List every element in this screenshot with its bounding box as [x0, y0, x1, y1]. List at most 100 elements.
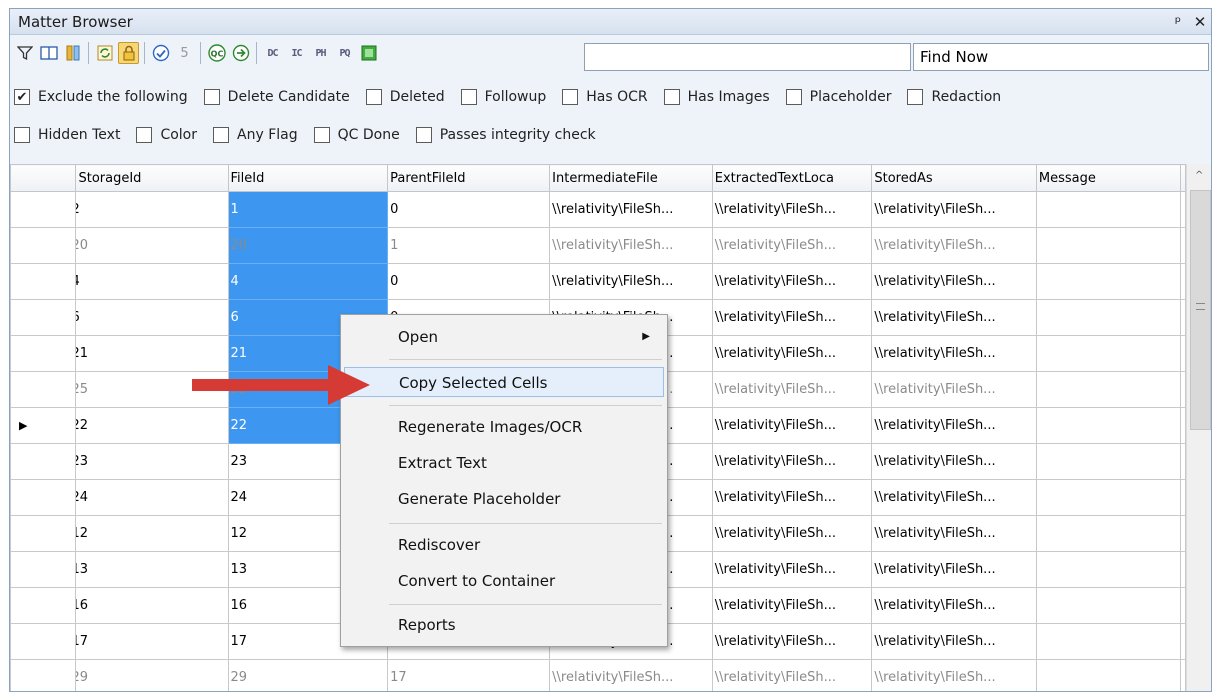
cell-inter[interactable]: \\relativity\FileSh... [549, 263, 713, 300]
column-header-storageid[interactable]: StorageId [75, 164, 229, 192]
menu-item-regenerate[interactable]: Regenerate Images/OCR [344, 412, 664, 442]
column-header-storedas[interactable]: StoredAs [871, 164, 1037, 192]
column-header-message[interactable]: Message [1035, 164, 1182, 192]
table-row[interactable]: 440\\relativity\FileSh...\\relativity\Fi… [10, 263, 1186, 300]
row-header[interactable] [10, 479, 77, 516]
checkbox[interactable] [663, 89, 680, 105]
cell-message[interactable] [1035, 227, 1182, 264]
table-row[interactable]: 210\\relativity\FileSh...\\relativity\Fi… [10, 191, 1186, 228]
menu-item-copy-selected-cells[interactable]: Copy Selected Cells [344, 367, 664, 397]
cell-stored[interactable]: \\relativity\FileSh... [871, 407, 1037, 444]
cell-parent[interactable]: 0 [387, 263, 551, 300]
cell-inter[interactable]: \\relativity\FileSh... [549, 191, 713, 228]
row-header[interactable] [10, 263, 77, 300]
checkbox[interactable] [562, 89, 579, 105]
cell-storage[interactable]: 22 [75, 407, 229, 444]
menu-item-convert-to-container[interactable]: Convert to Container [344, 566, 664, 596]
cell-ext[interactable]: \\relativity\FileSh... [711, 371, 873, 408]
cell-storage[interactable]: 12 [75, 515, 229, 552]
row-header[interactable] [10, 191, 77, 228]
cell-message[interactable] [1035, 407, 1182, 444]
row-header[interactable] [10, 335, 77, 372]
cell-ext[interactable]: \\relativity\FileSh... [711, 263, 873, 300]
close-icon[interactable]: ✕ [1189, 13, 1211, 31]
cell-stored[interactable]: \\relativity\FileSh... [871, 191, 1037, 228]
cell-stored[interactable]: \\relativity\FileSh... [871, 263, 1037, 300]
cell-storage[interactable]: 13 [75, 551, 229, 588]
cell-ext[interactable]: \\relativity\FileSh... [711, 443, 873, 480]
column-header-fileid[interactable]: FileId [227, 164, 389, 192]
cell-storage[interactable]: 29 [75, 659, 229, 691]
qc-icon[interactable]: QC [206, 42, 227, 64]
checkbox[interactable] [785, 89, 802, 105]
filter-redaction[interactable]: Redaction [907, 89, 1001, 105]
filter-icon[interactable] [14, 42, 35, 64]
lock-icon[interactable] [118, 42, 139, 64]
cell-ext[interactable]: \\relativity\FileSh... [711, 407, 873, 444]
row-header[interactable] [10, 659, 77, 691]
menu-item-reports[interactable]: Reports [344, 610, 664, 640]
pin-icon[interactable]: ᵖ [1167, 13, 1189, 31]
filter-has-ocr[interactable]: Has OCR [562, 89, 648, 105]
cell-stored[interactable]: \\relativity\FileSh... [871, 335, 1037, 372]
cell-inter[interactable]: \\relativity\FileSh... [549, 227, 713, 264]
filter-placeholder[interactable]: Placeholder [785, 89, 891, 105]
cell-parent[interactable]: 1 [387, 227, 551, 264]
scroll-up-icon[interactable]: ^ [1195, 170, 1203, 181]
cell-stored[interactable]: \\relativity\FileSh... [871, 371, 1037, 408]
checkbox[interactable] [415, 127, 432, 143]
cell-stored[interactable]: \\relativity\FileSh... [871, 479, 1037, 516]
cell-ext[interactable]: \\relativity\FileSh... [711, 299, 873, 336]
gear-pq-icon[interactable]: PQ [334, 42, 355, 64]
cell-storage[interactable]: 24 [75, 479, 229, 516]
checkbox[interactable] [365, 89, 382, 105]
row-header[interactable] [10, 551, 77, 588]
cell-storage[interactable]: 23 [75, 443, 229, 480]
search-input[interactable] [584, 43, 911, 71]
checkbox[interactable] [460, 89, 477, 105]
cell-stored[interactable]: \\relativity\FileSh... [871, 443, 1037, 480]
checkbox[interactable] [313, 127, 330, 143]
cell-ext[interactable]: \\relativity\FileSh... [711, 227, 873, 264]
cell-message[interactable] [1035, 191, 1182, 228]
table-row[interactable]: 292917\\relativity\FileSh...\\relativity… [10, 659, 1186, 691]
check-icon[interactable] [150, 42, 171, 64]
row-header[interactable] [10, 299, 77, 336]
menu-item-generate-placeholder[interactable]: Generate Placeholder [344, 484, 664, 514]
cell-message[interactable] [1035, 515, 1182, 552]
menu-item-open[interactable]: Open ▶ [344, 322, 664, 352]
cell-ext[interactable]: \\relativity\FileSh... [711, 515, 873, 552]
cell-message[interactable] [1035, 335, 1182, 372]
cell-storage[interactable]: 6 [75, 299, 229, 336]
row-header[interactable] [10, 371, 77, 408]
gear-dc-icon[interactable]: DC [262, 42, 283, 64]
cell-file[interactable]: 1 [227, 191, 389, 228]
refresh-icon[interactable] [94, 42, 115, 64]
cell-storage[interactable]: 16 [75, 587, 229, 624]
row-header[interactable] [10, 587, 77, 624]
cell-stored[interactable]: \\relativity\FileSh... [871, 515, 1037, 552]
column-header-parentfileid[interactable]: ParentFileId [387, 164, 551, 192]
cell-message[interactable] [1035, 659, 1182, 691]
cell-inter[interactable]: \\relativity\FileSh... [549, 659, 713, 691]
menu-item-extract-text[interactable]: Extract Text [344, 448, 664, 478]
cell-ext[interactable]: \\relativity\FileSh... [711, 623, 873, 660]
cell-stored[interactable]: \\relativity\FileSh... [871, 299, 1037, 336]
cell-ext[interactable]: \\relativity\FileSh... [711, 551, 873, 588]
checkbox[interactable] [14, 127, 30, 143]
cell-message[interactable] [1035, 371, 1182, 408]
filter-has-images[interactable]: Has Images [663, 89, 770, 105]
cell-message[interactable] [1035, 623, 1182, 660]
go-icon[interactable] [230, 42, 251, 64]
cell-file[interactable]: 20 [227, 227, 389, 264]
filter-any-flag[interactable]: Any Flag [213, 127, 298, 143]
columns-icon[interactable] [62, 42, 83, 64]
cell-stored[interactable]: \\relativity\FileSh... [871, 227, 1037, 264]
checkbox[interactable] [907, 89, 924, 105]
cell-parent[interactable]: 0 [387, 191, 551, 228]
cell-stored[interactable]: \\relativity\FileSh... [871, 587, 1037, 624]
cell-message[interactable] [1035, 443, 1182, 480]
cell-stored[interactable]: \\relativity\FileSh... [871, 551, 1037, 588]
filter-followup[interactable]: Followup [460, 89, 546, 105]
cell-message[interactable] [1035, 479, 1182, 516]
